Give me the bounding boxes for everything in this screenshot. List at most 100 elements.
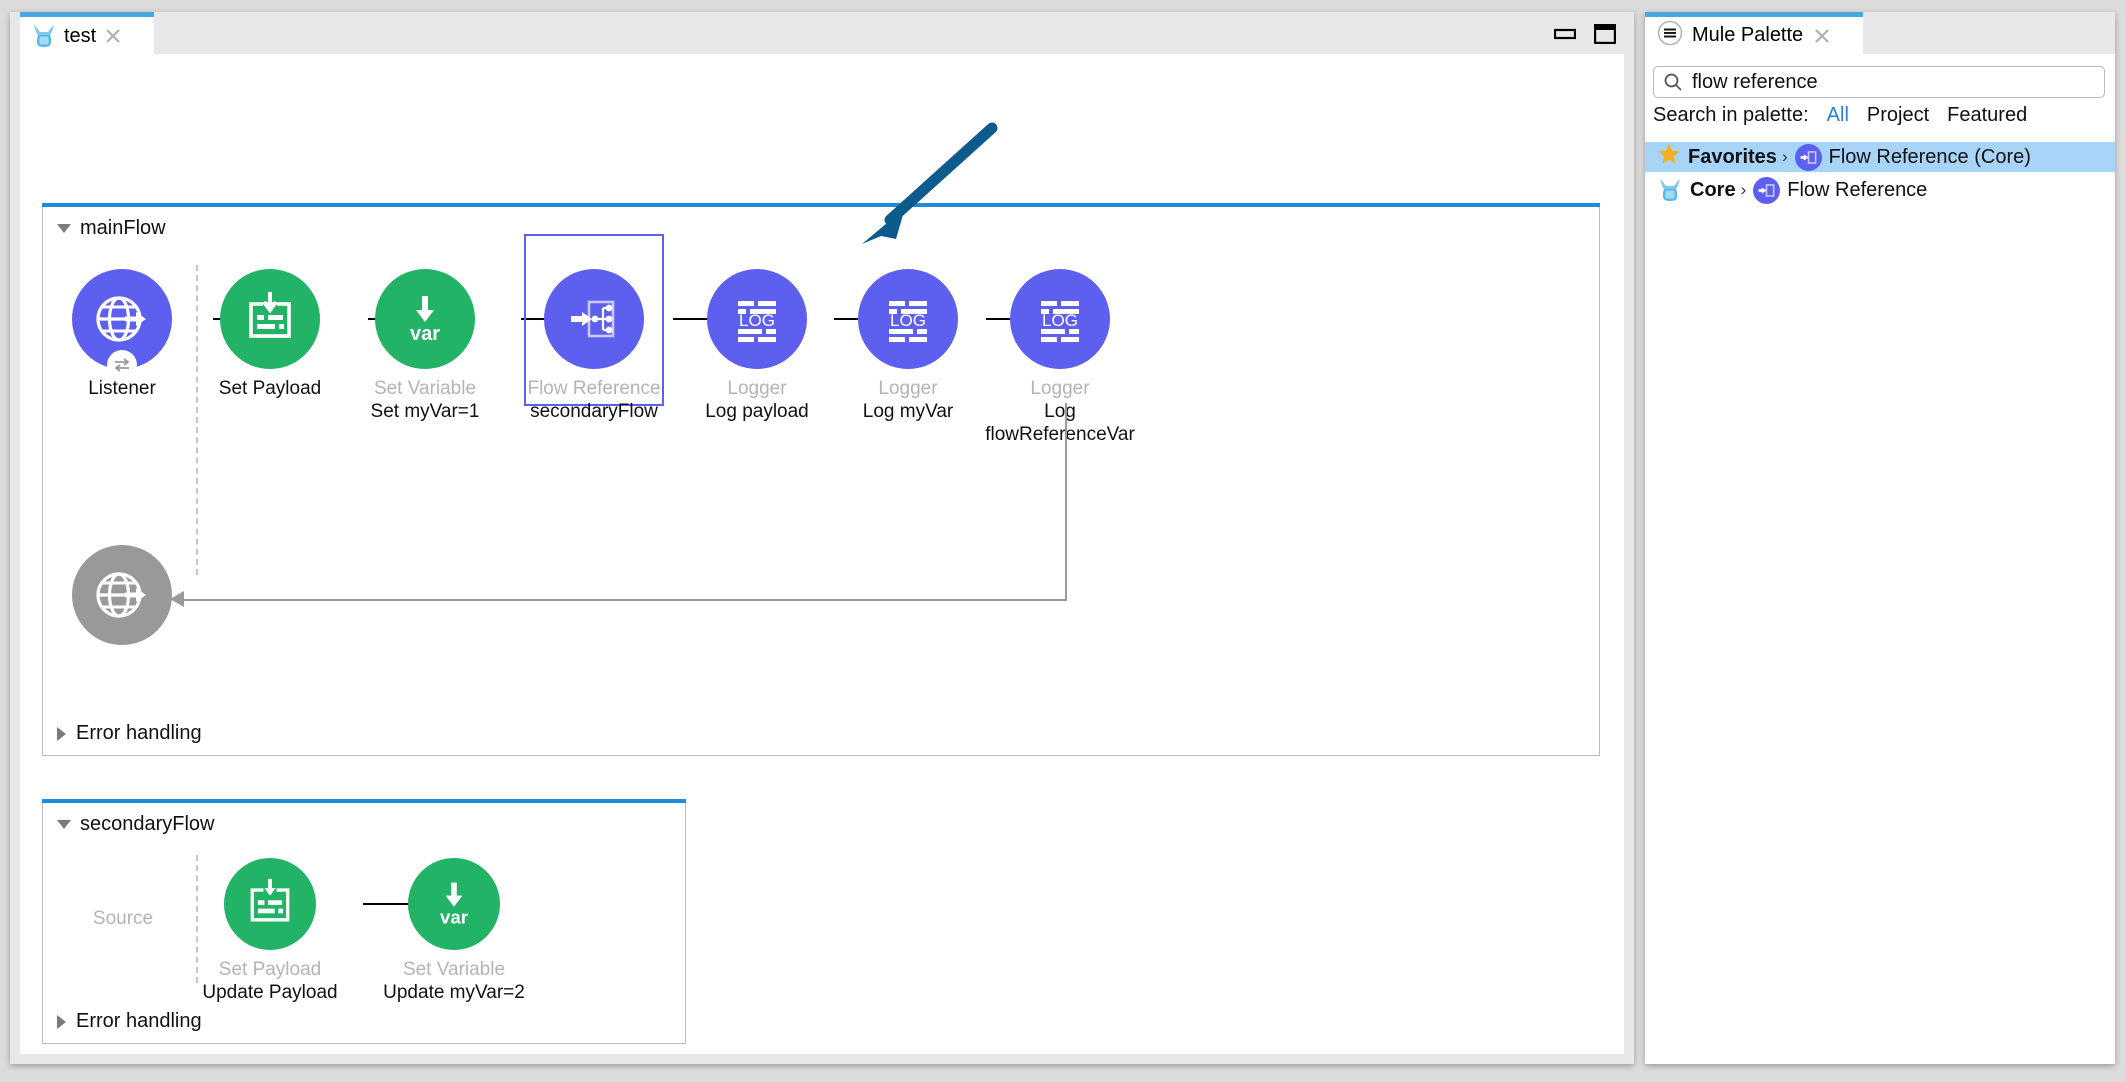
node-listener-response[interactable]	[47, 545, 197, 645]
palette-item-label: Flow Reference	[1787, 178, 1928, 201]
set-variable-icon: var	[440, 882, 468, 928]
svg-text:var: var	[410, 323, 440, 345]
star-icon	[1657, 142, 1681, 172]
node-desc-label: secondaryFlow	[530, 401, 658, 422]
triangle-down-icon[interactable]	[57, 820, 71, 829]
triangle-down-icon[interactable]	[57, 224, 71, 233]
mule-icon	[31, 24, 57, 48]
step-bubble[interactable]	[544, 269, 644, 369]
node-set-payload[interactable]: Set Payload	[195, 269, 345, 400]
flow-name-label: mainFlow	[80, 217, 166, 239]
node-desc-label: Log flowReferenceVar	[985, 401, 1135, 445]
step-bubble[interactable]	[220, 269, 320, 369]
node-type-label: Listener	[88, 378, 156, 399]
filter-option-featured[interactable]: Featured	[1947, 104, 2027, 127]
logger-icon: LOG	[738, 301, 776, 342]
flow-container-secondaryFlow[interactable]: secondaryFlow Source Set Payload Update …	[42, 799, 686, 1044]
palette-tab-label: Mule Palette	[1692, 24, 1804, 46]
error-handling-label: Error handling	[76, 1010, 202, 1032]
step-bubble[interactable]: LOG	[1010, 269, 1110, 369]
error-handling-secondaryFlow[interactable]: Error handling	[57, 1010, 202, 1033]
search-input[interactable]	[1653, 66, 2105, 98]
response-bubble[interactable]	[72, 545, 172, 645]
node-desc-label: Set myVar=1	[370, 401, 480, 422]
filter-option-all[interactable]: All	[1827, 104, 1849, 127]
node-type-label: Flow Reference	[527, 378, 661, 399]
node-desc-label: Log payload	[705, 401, 809, 422]
node-desc-label: Update Payload	[202, 982, 338, 1003]
svg-text:var: var	[440, 907, 468, 928]
hamburger-circle-icon[interactable]	[1657, 20, 1683, 51]
node-type-label: Logger	[1030, 378, 1090, 399]
node-type-label: Set Variable	[402, 959, 506, 980]
return-path-line	[1065, 403, 1067, 601]
node-logger-myvar[interactable]: LOG Logger Log myVar	[833, 269, 983, 423]
flow-editor-window: test mainFlow Listener Set Payload var S…	[10, 12, 1634, 1064]
palette-tab[interactable]: Mule Palette	[1645, 12, 1863, 54]
minimize-icon[interactable]	[1553, 27, 1577, 46]
flow-reference-icon	[1794, 143, 1822, 171]
triangle-right-icon[interactable]	[57, 1014, 66, 1029]
node-logger-payload[interactable]: LOG Logger Log payload	[682, 269, 832, 423]
flow-header-secondaryFlow[interactable]: secondaryFlow	[57, 813, 215, 836]
search-scope-filter: Search in palette: All Project Featured	[1653, 104, 2027, 127]
triangle-right-icon[interactable]	[57, 726, 66, 741]
editor-tab-test[interactable]: test	[20, 12, 154, 54]
logger-icon: LOG	[1041, 301, 1079, 342]
chevron-right-icon: ›	[1781, 147, 1788, 166]
globe-arrow-icon	[96, 572, 146, 618]
mule-icon	[1657, 178, 1683, 202]
palette-result-row[interactable]: Favorites › Flow Reference (Core)	[1645, 142, 2115, 172]
node-type-label: Set Payload	[218, 378, 322, 399]
step-bubble[interactable]: var	[375, 269, 475, 369]
node-type-label: Logger	[878, 378, 938, 399]
chevron-right-icon: ›	[1740, 180, 1747, 199]
listener-bubble[interactable]	[72, 269, 172, 380]
search-icon	[1663, 72, 1683, 97]
logger-icon: LOG	[889, 301, 927, 342]
flow-header-mainFlow[interactable]: mainFlow	[57, 217, 166, 240]
error-handling-mainFlow[interactable]: Error handling	[57, 722, 202, 745]
close-icon[interactable]	[103, 26, 123, 46]
node-desc-label: Log myVar	[862, 401, 954, 422]
palette-category-label: Core	[1690, 178, 1736, 201]
step-bubble[interactable]: LOG	[707, 269, 807, 369]
flow-reference-icon	[1753, 176, 1781, 204]
maximize-icon[interactable]	[1593, 23, 1617, 49]
editor-tab-label: test	[64, 24, 97, 47]
node-logger-flowreferencevar[interactable]: LOG Logger Log flowReferenceVar	[985, 269, 1135, 446]
palette-item-label: Flow Reference (Core)	[1828, 145, 2031, 168]
step-bubble[interactable]: LOG	[858, 269, 958, 369]
flow-name-label: secondaryFlow	[80, 813, 215, 835]
node-type-label: Set Payload	[218, 959, 322, 980]
step-bubble[interactable]	[224, 858, 316, 950]
node-set-variable[interactable]: var Set Variable Set myVar=1	[350, 269, 500, 423]
set-payload-icon	[250, 878, 290, 922]
step-bubble[interactable]: var	[408, 858, 500, 950]
flow-reference-icon	[571, 300, 615, 338]
flow-container-mainFlow[interactable]: mainFlow Listener Set Payload var Set Va…	[42, 203, 1600, 756]
filter-option-project[interactable]: Project	[1867, 104, 1929, 127]
set-payload-icon	[249, 292, 291, 338]
svg-text:LOG: LOG	[739, 311, 775, 330]
close-icon[interactable]	[1812, 26, 1832, 46]
flow-canvas[interactable]: mainFlow Listener Set Payload var Set Va…	[20, 54, 1624, 1054]
filter-label: Search in palette:	[1653, 104, 1809, 126]
svg-text:LOG: LOG	[890, 311, 926, 330]
mule-palette-window: Mule Palette Search in palette: All Proj…	[1645, 12, 2115, 1064]
node-flow-reference[interactable]: Flow Reference secondaryFlow	[519, 269, 669, 423]
palette-category-label: Favorites	[1688, 145, 1777, 168]
node-set-variable-secondary[interactable]: var Set Variable Update myVar=2	[379, 858, 529, 1004]
node-listener[interactable]: Listener	[47, 269, 197, 400]
set-variable-icon: var	[410, 296, 440, 345]
node-desc-label: Update myVar=2	[383, 982, 525, 1003]
exchange-badge-icon	[107, 350, 137, 380]
globe-arrow-icon	[96, 296, 146, 342]
window-controls	[1553, 23, 1617, 49]
svg-text:LOG: LOG	[1042, 311, 1078, 330]
palette-result-row[interactable]: Core › Flow Reference	[1645, 175, 2115, 205]
palette-body: Search in palette: All Project Featured …	[1645, 54, 2115, 1064]
source-placeholder-label: Source	[92, 908, 154, 929]
node-set-payload-secondary[interactable]: Set Payload Update Payload	[195, 858, 345, 1004]
node-type-label: Logger	[727, 378, 787, 399]
